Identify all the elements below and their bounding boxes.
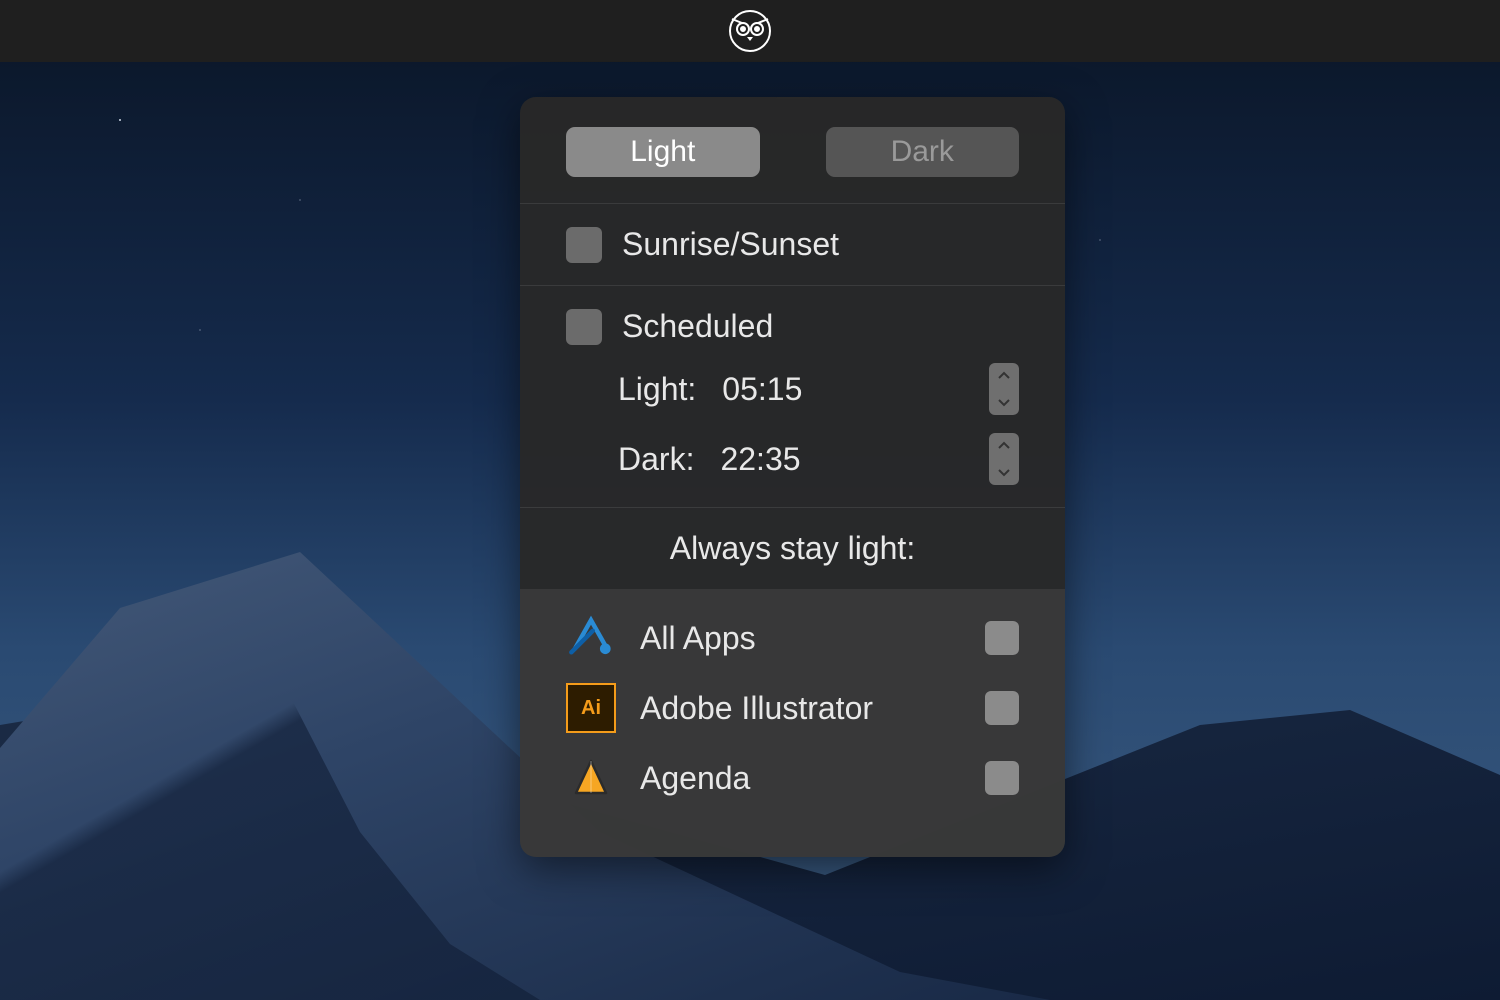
app-label: Adobe Illustrator: [640, 690, 961, 727]
app-row-all-apps: All Apps: [566, 603, 1019, 673]
app-list[interactable]: All Apps Ai Adobe Illustrator Agenda: [520, 589, 1065, 857]
app-label: Agenda: [640, 760, 961, 797]
chevron-up-icon: [998, 441, 1010, 451]
light-time-row: Light: 05:15: [566, 363, 1019, 415]
all-apps-icon: [566, 613, 616, 663]
always-stay-light-label: Always stay light:: [520, 508, 1065, 589]
dark-time-row: Dark: 22:35: [566, 433, 1019, 485]
app-row-illustrator: Ai Adobe Illustrator: [566, 673, 1019, 743]
illustrator-icon: Ai: [566, 683, 616, 733]
light-time-label: Light:: [618, 371, 696, 408]
menu-bar: [0, 0, 1500, 62]
chevron-down-icon: [998, 397, 1010, 407]
chevron-down-icon: [998, 467, 1010, 477]
dark-mode-button[interactable]: Dark: [826, 127, 1020, 177]
scheduled-checkbox[interactable]: [566, 309, 602, 345]
sunrise-sunset-section: Sunrise/Sunset: [520, 204, 1065, 285]
dark-time-value[interactable]: 22:35: [720, 441, 800, 478]
scheduled-section: Scheduled Light: 05:15 Dark: 22:35: [520, 286, 1065, 507]
popover-arrow: [775, 97, 811, 99]
app-row-agenda: Agenda: [566, 743, 1019, 813]
dark-time-label: Dark:: [618, 441, 694, 478]
mode-toggle: Light Dark: [520, 97, 1065, 203]
light-time-stepper[interactable]: [989, 363, 1019, 415]
sunrise-sunset-checkbox[interactable]: [566, 227, 602, 263]
owl-menubar-icon[interactable]: [728, 9, 772, 53]
scheduled-label: Scheduled: [622, 308, 773, 345]
agenda-icon: [566, 753, 616, 803]
light-mode-button[interactable]: Light: [566, 127, 760, 177]
dark-time-stepper[interactable]: [989, 433, 1019, 485]
sunrise-sunset-label: Sunrise/Sunset: [622, 226, 839, 263]
settings-popover: Light Dark Sunrise/Sunset Scheduled Ligh…: [520, 97, 1065, 857]
app-checkbox-illustrator[interactable]: [985, 691, 1019, 725]
chevron-up-icon: [998, 371, 1010, 381]
app-checkbox-agenda[interactable]: [985, 761, 1019, 795]
app-checkbox-all-apps[interactable]: [985, 621, 1019, 655]
light-time-value[interactable]: 05:15: [722, 371, 802, 408]
app-label: All Apps: [640, 620, 961, 657]
